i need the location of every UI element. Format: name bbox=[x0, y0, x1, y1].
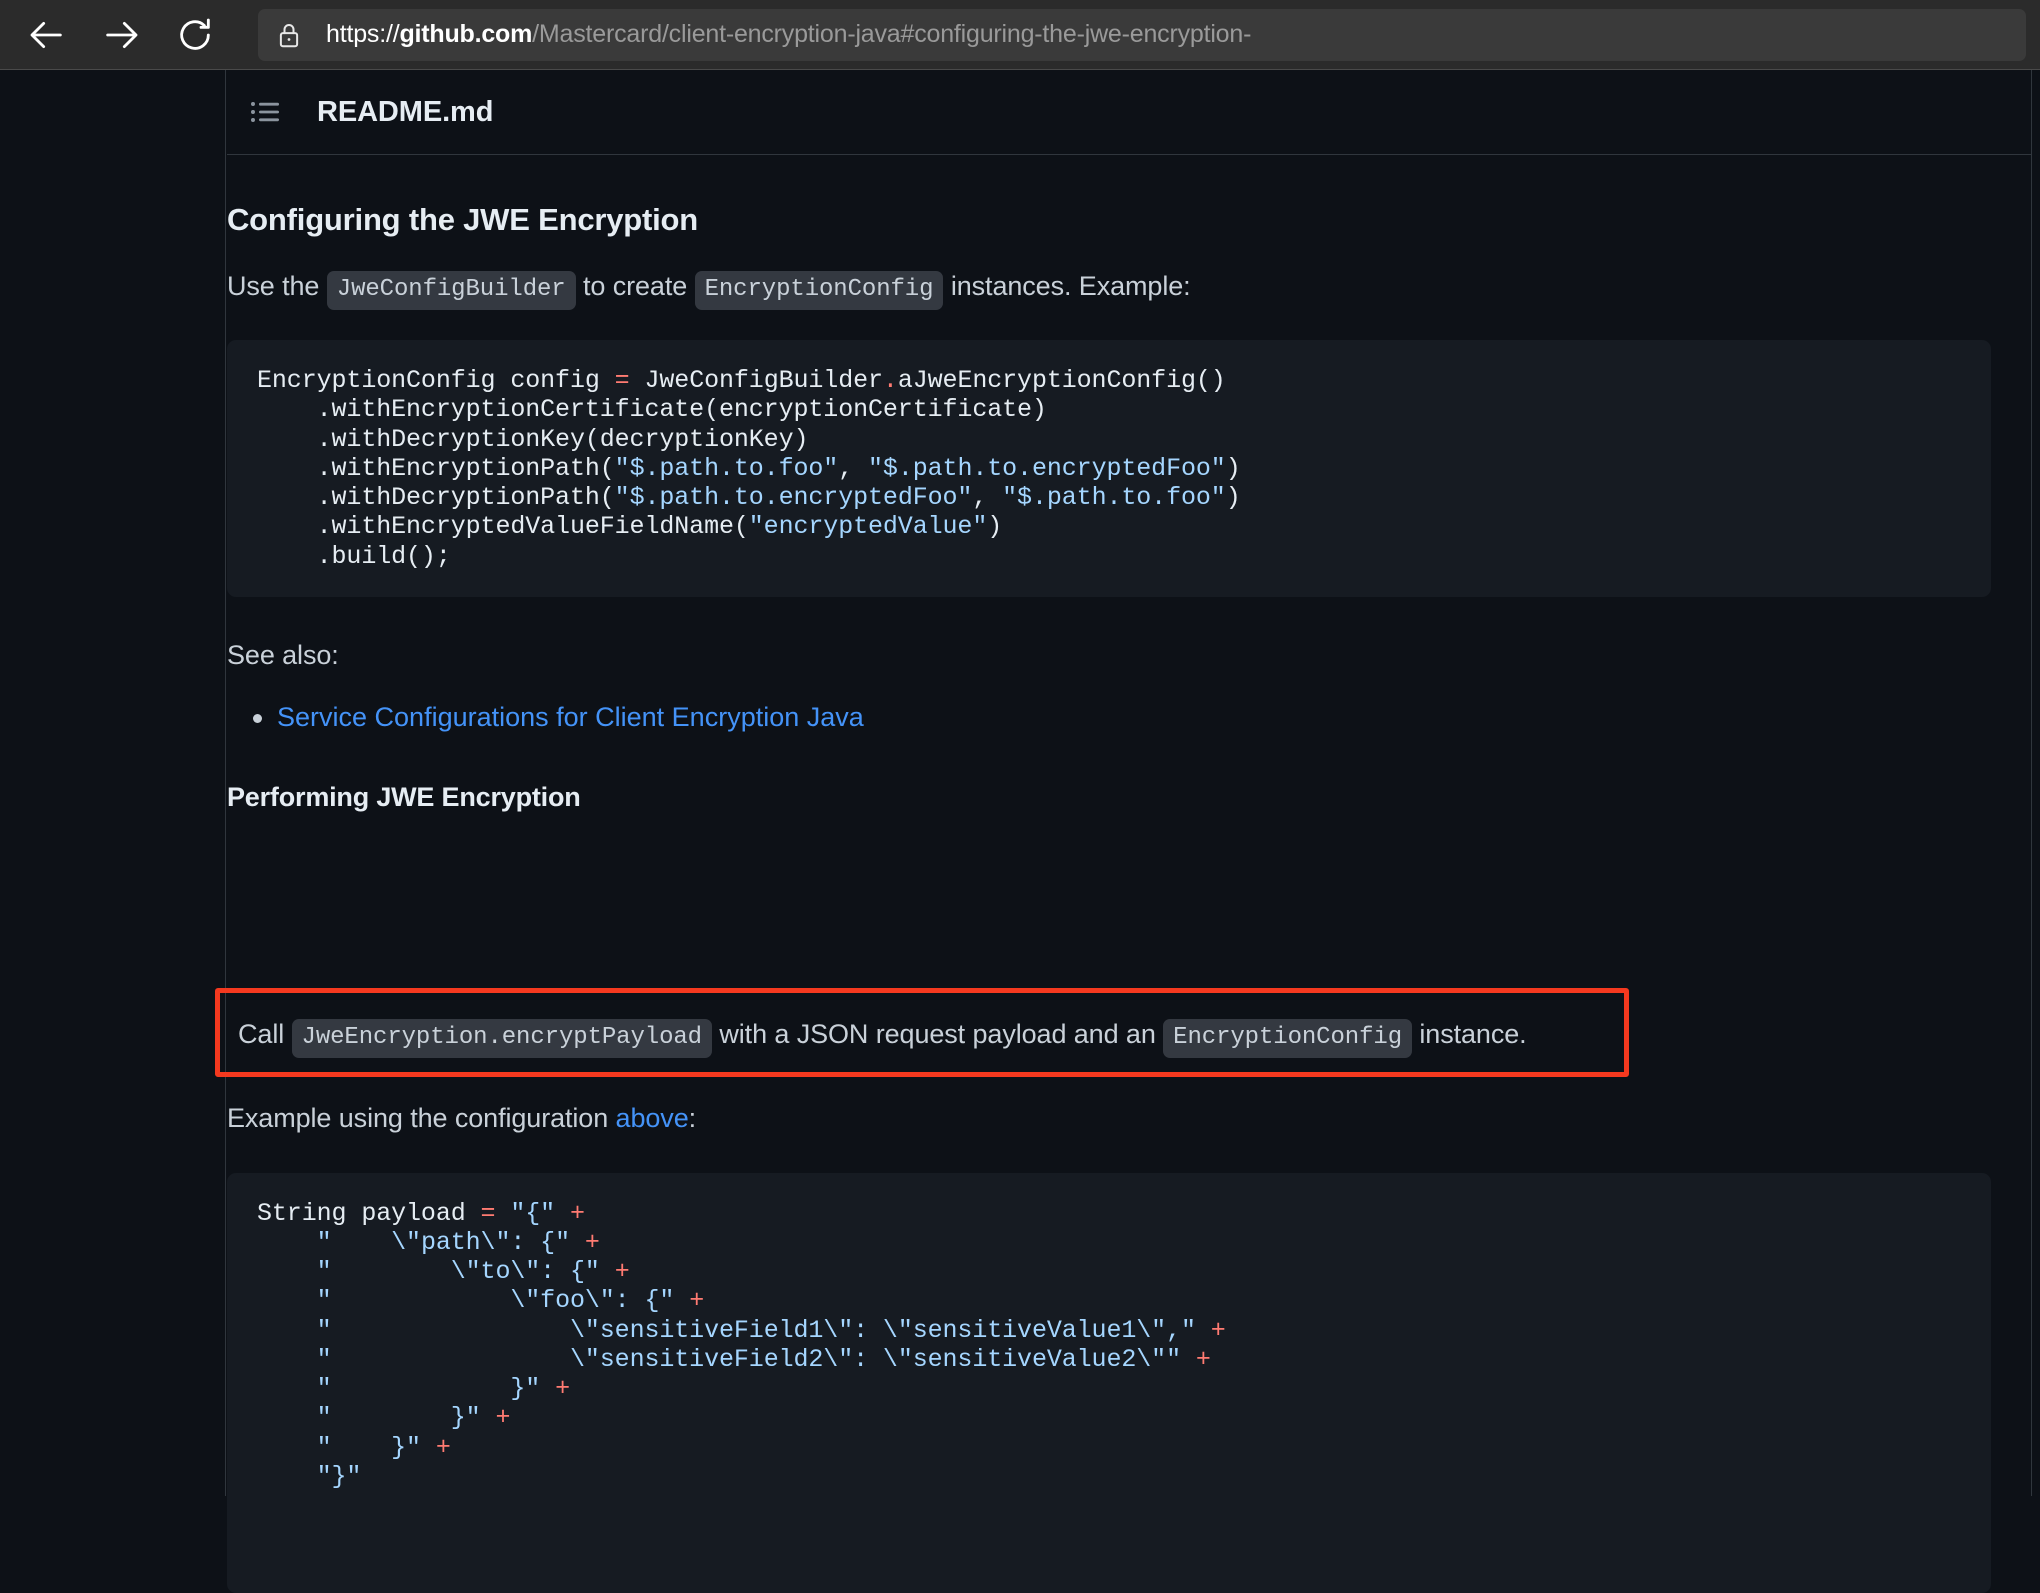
lock-icon bbox=[274, 20, 304, 50]
url-scheme: https:// bbox=[326, 20, 399, 48]
call-text-3: instance. bbox=[1412, 1019, 1527, 1049]
inline-code-encryptionconfig: EncryptionConfig bbox=[695, 271, 944, 310]
url-text: https://github.com/Mastercard/client-enc… bbox=[326, 20, 1251, 49]
heading-configuring-jwe-encryption: Configuring the JWE Encryption bbox=[227, 202, 1991, 238]
left-gutter bbox=[0, 70, 226, 1496]
url-path: /Mastercard/client-encryption-java#confi… bbox=[532, 20, 1251, 48]
intro-text-2: to create bbox=[576, 271, 695, 301]
code-block-encryption-config[interactable]: EncryptionConfig config = JweConfigBuild… bbox=[227, 340, 1991, 597]
list-item: Service Configurations for Client Encryp… bbox=[227, 697, 1991, 738]
inline-code-encryptionconfig-2: EncryptionConfig bbox=[1163, 1019, 1412, 1058]
reload-icon bbox=[175, 15, 215, 55]
call-text-2: with a JSON request payload and an bbox=[712, 1019, 1163, 1049]
see-also-list: Service Configurations for Client Encryp… bbox=[227, 697, 1991, 738]
list-unordered-icon[interactable] bbox=[249, 95, 283, 129]
browser-toolbar: https://github.com/Mastercard/client-enc… bbox=[0, 0, 2040, 70]
example-text-2: : bbox=[689, 1103, 696, 1133]
heading-performing-jwe-encryption: Performing JWE Encryption bbox=[227, 782, 1991, 813]
arrow-left-icon bbox=[27, 15, 67, 55]
highlight-annotation-box: Call JweEncryption.encryptPayload with a… bbox=[215, 988, 1629, 1077]
intro-paragraph: Use the JweConfigBuilder to create Encry… bbox=[227, 266, 1991, 308]
address-bar[interactable]: https://github.com/Mastercard/client-enc… bbox=[258, 9, 2026, 61]
reload-button[interactable] bbox=[168, 8, 222, 62]
back-button[interactable] bbox=[20, 8, 74, 62]
forward-button[interactable] bbox=[94, 8, 148, 62]
code-block-payload[interactable]: String payload = "{" + " \"path\": {" + … bbox=[227, 1173, 1991, 1593]
call-text-1: Call bbox=[238, 1019, 292, 1049]
readme-column: README.md Configuring the JWE Encryption… bbox=[227, 70, 2031, 1496]
link-above[interactable]: above bbox=[616, 1103, 689, 1133]
example-text-1: Example using the configuration bbox=[227, 1103, 616, 1133]
url-host: github.com bbox=[399, 20, 532, 48]
call-paragraph: Call JweEncryption.encryptPayload with a… bbox=[238, 1014, 1527, 1056]
file-header: README.md bbox=[227, 70, 2031, 155]
intro-text-1: Use the bbox=[227, 271, 327, 301]
page-content: README.md Configuring the JWE Encryption… bbox=[0, 70, 2040, 1496]
file-name: README.md bbox=[317, 96, 493, 129]
inline-code-jweencryption-encryptpayload: JweEncryption.encryptPayload bbox=[292, 1019, 712, 1058]
inline-code-jweconfigbuilder: JweConfigBuilder bbox=[327, 271, 576, 310]
arrow-right-icon bbox=[101, 15, 141, 55]
see-also-label: See also: bbox=[227, 635, 1991, 676]
example-paragraph: Example using the configuration above: bbox=[227, 1098, 1991, 1139]
intro-text-3: instances. Example: bbox=[943, 271, 1190, 301]
markdown-body: Configuring the JWE Encryption Use the J… bbox=[227, 202, 2031, 813]
link-service-configurations[interactable]: Service Configurations for Client Encryp… bbox=[277, 702, 864, 732]
right-gutter bbox=[2031, 70, 2040, 1496]
